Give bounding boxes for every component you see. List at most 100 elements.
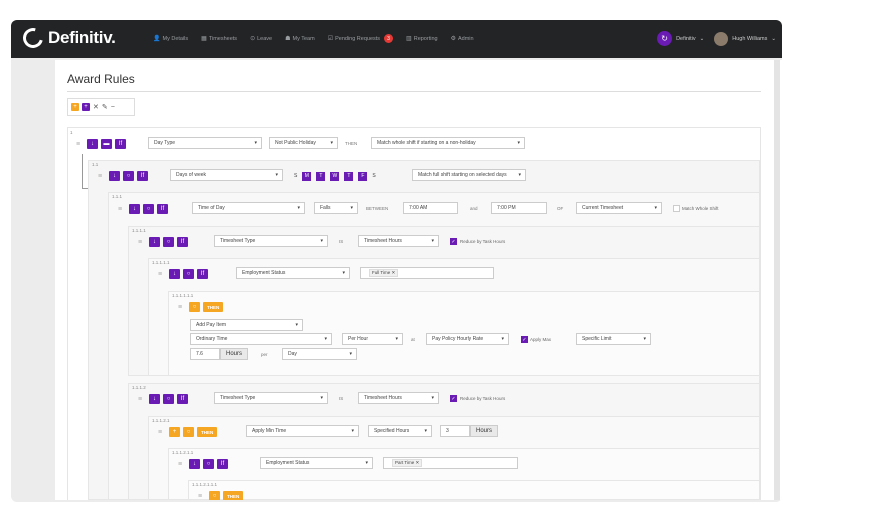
comment-button[interactable]: ○ xyxy=(123,171,134,181)
comment-button[interactable]: ○ xyxy=(163,237,174,247)
day-sun[interactable]: S xyxy=(294,173,297,179)
add-rule-button[interactable]: + xyxy=(82,103,90,111)
action-select[interactable]: Match whole shift if starting on a non-h… xyxy=(371,137,525,149)
drag-handle-icon[interactable]: ≡ xyxy=(158,429,166,436)
nav-reporting[interactable]: ▥ Reporting xyxy=(406,34,438,43)
condition-field-select[interactable]: Days of week xyxy=(170,169,283,181)
comment-button[interactable]: ○ xyxy=(183,427,194,437)
nav-timesheets[interactable]: ▦ Timesheets xyxy=(201,34,237,43)
add-child-button[interactable]: ↓ xyxy=(169,269,180,279)
if-button[interactable]: If xyxy=(217,459,228,469)
nav-my-details[interactable]: 👤 My Details xyxy=(153,34,188,43)
action-select[interactable]: Match full shift starting on selected da… xyxy=(412,169,526,181)
drag-handle-icon[interactable]: ≡ xyxy=(76,141,84,148)
drag-handle-icon[interactable]: ≡ xyxy=(138,239,146,246)
remove-icon[interactable]: − xyxy=(111,104,115,111)
operator-select[interactable]: Falls xyxy=(314,202,358,214)
add-child-button[interactable]: ↓ xyxy=(149,237,160,247)
time-from-input[interactable]: 7:00 AM xyxy=(403,202,458,214)
if-button[interactable]: If xyxy=(115,139,126,149)
edit-icon[interactable]: ✎ xyxy=(102,103,108,111)
add-child-button[interactable]: + xyxy=(169,427,180,437)
day-thu[interactable]: T xyxy=(344,171,354,181)
action-select[interactable]: Apply Min Time xyxy=(246,425,359,437)
nav-pending-requests[interactable]: ☑ Pending Requests 3 xyxy=(328,34,394,43)
add-child-button[interactable]: ↓ xyxy=(149,394,160,404)
limit-select[interactable]: Specific Limit xyxy=(576,333,651,345)
apply-max-checkbox[interactable]: ✓ xyxy=(521,336,528,343)
comment-button[interactable]: ○ xyxy=(189,302,200,312)
nav-admin[interactable]: ⚙ Admin xyxy=(451,34,474,43)
drag-handle-icon[interactable]: ≡ xyxy=(178,461,186,468)
condition-field-select[interactable]: Timesheet Type xyxy=(214,392,328,404)
node-number: 1.1.1.2 xyxy=(132,385,146,390)
condition-field-select[interactable]: Employment Status xyxy=(260,457,373,469)
nav-leave[interactable]: ⊙ Leave xyxy=(250,34,272,43)
employment-tags-input[interactable]: Part Time ✕ xyxy=(383,457,518,469)
scrollbar[interactable] xyxy=(774,60,780,500)
add-pay-item-select[interactable]: Add Pay Item xyxy=(190,319,303,331)
drag-handle-icon[interactable]: ≡ xyxy=(98,173,106,180)
if-button[interactable]: If xyxy=(137,171,148,181)
reduce-task-hours-checkbox[interactable]: ✓ xyxy=(450,395,457,402)
then-button[interactable]: THEN xyxy=(223,491,244,500)
add-child-button[interactable]: ↓ xyxy=(189,459,200,469)
condition-field-select[interactable]: Day Type xyxy=(148,137,262,149)
if-button[interactable]: If xyxy=(177,237,188,247)
drag-handle-icon[interactable]: ≡ xyxy=(178,304,186,311)
day-tue[interactable]: T xyxy=(316,171,326,181)
collapse-icon[interactable]: ✕ xyxy=(93,103,99,111)
condition-field-select[interactable]: Employment Status xyxy=(236,267,350,279)
quantity-input[interactable]: 3 xyxy=(440,425,470,437)
condition-field-select[interactable]: Time of Day xyxy=(192,202,305,214)
nav-my-team[interactable]: ☗ My Team xyxy=(285,34,315,43)
condition-value-select[interactable]: Timesheet Hours xyxy=(358,235,439,247)
add-child-button[interactable]: ↓ xyxy=(87,139,98,149)
reporting-icon: ▥ xyxy=(406,36,412,42)
comment-button[interactable]: ○ xyxy=(143,204,154,214)
if-button[interactable]: If xyxy=(157,204,168,214)
day-wed[interactable]: W xyxy=(330,171,340,181)
period-select[interactable]: Day xyxy=(282,348,357,360)
source-select[interactable]: Current Timesheet xyxy=(576,202,662,214)
time-to-input[interactable]: 7:00 PM xyxy=(491,202,547,214)
then-button[interactable]: THEN xyxy=(197,427,218,437)
drag-handle-icon[interactable]: ≡ xyxy=(118,206,126,213)
pay-item-select[interactable]: Ordinary Time xyxy=(190,333,332,345)
employment-tags-input[interactable]: Full Time ✕ xyxy=(360,267,494,279)
condition-value-select[interactable]: Timesheet Hours xyxy=(358,392,439,404)
nav-label: Admin xyxy=(457,35,474,42)
if-button[interactable]: If xyxy=(197,269,208,279)
brand-logo[interactable]: Definitiv. xyxy=(19,24,116,52)
if-button[interactable]: If xyxy=(177,394,188,404)
node-number: 1.1.1.1 xyxy=(132,228,146,233)
quantity-input[interactable]: 7.6 xyxy=(190,348,220,360)
then-button[interactable]: THEN xyxy=(203,302,224,312)
match-whole-shift-checkbox[interactable] xyxy=(673,205,680,212)
drag-handle-icon[interactable]: ≡ xyxy=(158,271,166,278)
day-mon[interactable]: M xyxy=(302,171,312,181)
mode-select[interactable]: Specified Hours xyxy=(368,425,432,437)
comment-button[interactable]: ○ xyxy=(209,491,220,500)
drag-handle-icon[interactable]: ≡ xyxy=(138,396,146,403)
org-switcher[interactable]: ↻ Definitiv ⌄ xyxy=(657,31,704,46)
expand-all-button[interactable]: + xyxy=(71,103,79,111)
rule-tree: 1 ≡ ↓ ▬ If Day Type Not Public Holiday T… xyxy=(67,127,761,500)
condition-field-select[interactable]: Timesheet Type xyxy=(214,235,328,247)
comment-button[interactable]: ○ xyxy=(203,459,214,469)
per-unit-select[interactable]: Per Hour xyxy=(342,333,403,345)
condition-value-select[interactable]: Not Public Holiday xyxy=(269,137,338,149)
between-label: BETWEEN xyxy=(366,206,389,211)
add-child-button[interactable]: ↓ xyxy=(129,204,140,214)
reduce-task-hours-checkbox[interactable]: ✓ xyxy=(450,238,457,245)
comment-button[interactable]: ○ xyxy=(183,269,194,279)
day-fri[interactable]: F xyxy=(358,171,368,181)
day-sat[interactable]: S xyxy=(372,173,375,179)
comment-button[interactable]: ○ xyxy=(163,394,174,404)
rate-select[interactable]: Pay Policy Hourly Rate xyxy=(426,333,509,345)
comment-button[interactable]: ▬ xyxy=(101,139,112,149)
chevron-down-icon: ⌄ xyxy=(771,35,776,42)
user-menu[interactable]: Hugh Williams ⌄ xyxy=(714,31,776,46)
add-child-button[interactable]: ↓ xyxy=(109,171,120,181)
drag-handle-icon[interactable]: ≡ xyxy=(198,493,206,500)
